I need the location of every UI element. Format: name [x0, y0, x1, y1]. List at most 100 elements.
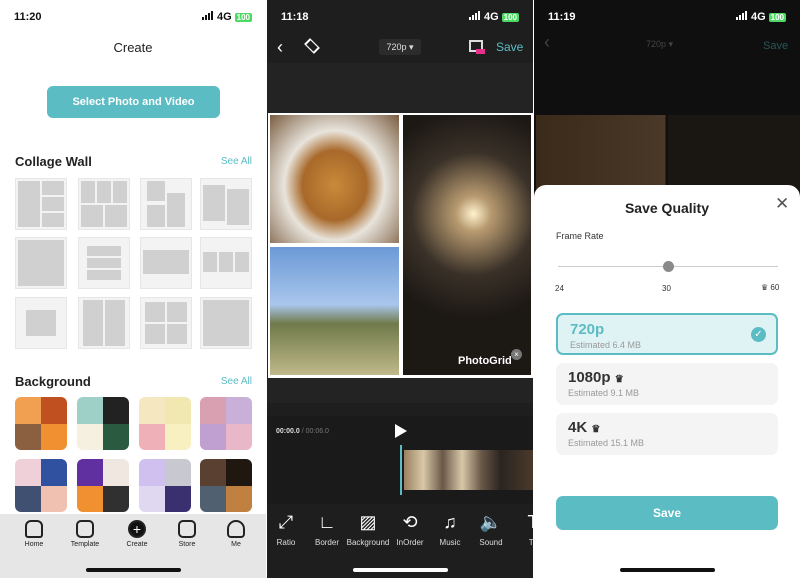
battery-icon: 100: [768, 13, 786, 22]
quality-option-4k[interactable]: 4K ♛ Estimated 15.1 MB: [556, 413, 778, 455]
fps-mid: 30: [662, 284, 671, 293]
fps-max: 60: [770, 283, 780, 292]
battery-icon: 100: [234, 13, 252, 22]
tab-home[interactable]: Home: [12, 520, 56, 548]
stripes-icon: ▨: [359, 512, 377, 532]
close-icon[interactable]: ✕: [775, 194, 789, 214]
collage-template[interactable]: [140, 297, 192, 349]
tab-template[interactable]: Template: [63, 520, 107, 548]
tool-background[interactable]: ▨ Background: [346, 512, 390, 547]
tab-store[interactable]: Store: [165, 520, 209, 548]
background-see-all-link[interactable]: See All: [221, 376, 252, 387]
store-icon: [178, 520, 196, 538]
watermark: PhotoGrid: [458, 355, 512, 367]
collage-template[interactable]: [140, 237, 192, 289]
home-icon: [25, 520, 43, 538]
home-indicator: [620, 568, 715, 572]
background-pattern[interactable]: [77, 459, 129, 512]
person-icon: [227, 520, 245, 538]
reorder-icon: ⟲: [402, 512, 418, 532]
crown-icon: ♛: [614, 374, 624, 385]
collage-template[interactable]: [78, 178, 130, 230]
current-time: 00:00.0: [276, 428, 300, 435]
collage-template[interactable]: [200, 297, 252, 349]
create-screen: 11:20 4G 100 Create Select Photo and Vide…: [0, 0, 266, 578]
collage-see-all-link[interactable]: See All: [221, 156, 252, 167]
back-icon[interactable]: ‹: [277, 37, 283, 58]
background-pattern[interactable]: [139, 459, 191, 512]
status-time: 11:19: [548, 11, 576, 23]
signal-icon: [201, 11, 213, 20]
resolution-dropdown: 720p ▾: [646, 39, 674, 49]
page-title: Create: [113, 40, 153, 55]
expand-icon: ⤢: [278, 512, 294, 532]
tab-me[interactable]: Me: [214, 520, 258, 548]
save-button-dimmed: Save: [763, 40, 789, 52]
background-pattern[interactable]: [77, 397, 129, 450]
background-pattern[interactable]: [200, 397, 252, 450]
tool-sound[interactable]: 🔈 Sound: [469, 512, 513, 547]
collage-template[interactable]: [78, 297, 130, 349]
template-icon: [76, 520, 94, 538]
tool-music[interactable]: ♫ Music: [428, 512, 472, 547]
quality-option-720p[interactable]: 720p Estimated 6.4 MB ✓: [556, 313, 778, 355]
resolution-dropdown[interactable]: 720p ▾: [379, 39, 421, 55]
background-pattern[interactable]: [15, 459, 67, 512]
background-title: Background: [15, 374, 91, 389]
fps-min: 24: [555, 284, 564, 293]
collage-template[interactable]: [15, 297, 67, 349]
layers-icon[interactable]: [304, 38, 320, 54]
play-icon[interactable]: [395, 424, 407, 438]
dimmed-toolbar: ‹ 720p ▾ Save: [534, 32, 800, 59]
total-time: / 00:06.0: [301, 428, 329, 435]
speaker-icon: 🔈: [479, 512, 503, 532]
collage-wall-title: Collage Wall: [15, 154, 92, 169]
dimmed-canvas: [536, 115, 800, 195]
status-time: 11:20: [14, 11, 42, 23]
status-time: 11:18: [281, 11, 309, 23]
video-track[interactable]: [404, 450, 533, 490]
back-icon: ‹: [544, 32, 550, 52]
save-button[interactable]: Save: [496, 40, 523, 54]
crown-icon: ♛: [761, 283, 769, 292]
editor-screen: 11:18 4G 100 ‹ 720p ▾ Save PhotoGrid × 00…: [267, 0, 533, 578]
text-icon: T: [511, 512, 534, 532]
background-pattern[interactable]: [139, 397, 191, 450]
collage-template[interactable]: [140, 178, 192, 230]
tool-te[interactable]: TTe: [511, 512, 534, 547]
photo-food[interactable]: [270, 115, 399, 243]
tool-ratio[interactable]: ⤢ Ratio: [267, 512, 308, 547]
plus-icon: +: [128, 520, 146, 538]
slider-thumb[interactable]: [663, 261, 674, 272]
template-pro-icon[interactable]: [469, 40, 485, 54]
collage-template[interactable]: [78, 237, 130, 289]
tab-create[interactable]: + Create: [115, 520, 159, 548]
signal-icon: [735, 11, 747, 20]
select-photo-video-button[interactable]: Select Photo and Video: [47, 86, 220, 118]
tool-inorder[interactable]: ⟲ InOrder: [388, 512, 432, 547]
quality-option-1080p[interactable]: 1080p ♛ Estimated 9.1 MB: [556, 363, 778, 405]
home-indicator: [353, 568, 448, 572]
tool-border[interactable]: ∟ Border: [305, 512, 349, 547]
frame-rate-label: Frame Rate: [556, 231, 604, 241]
border-icon: ∟: [318, 512, 336, 532]
save-quality-button[interactable]: Save: [556, 496, 778, 530]
playhead[interactable]: [400, 445, 402, 495]
check-icon: ✓: [751, 327, 766, 342]
background-pattern[interactable]: [200, 459, 252, 512]
collage-canvas[interactable]: PhotoGrid ×: [268, 113, 533, 378]
home-indicator: [86, 568, 181, 572]
music-icon: ♫: [443, 512, 457, 532]
battery-icon: 100: [501, 13, 519, 22]
collage-template[interactable]: [15, 237, 67, 289]
collage-template[interactable]: [200, 178, 252, 230]
collage-template[interactable]: [200, 237, 252, 289]
signal-icon: [468, 11, 480, 20]
photo-landscape[interactable]: [270, 247, 399, 375]
crown-icon: ♛: [591, 424, 601, 435]
sheet-title: Save Quality: [624, 200, 710, 216]
photo-night[interactable]: [403, 115, 531, 375]
background-pattern[interactable]: [15, 397, 67, 450]
collage-template[interactable]: [15, 178, 67, 230]
remove-watermark-icon[interactable]: ×: [511, 349, 522, 360]
